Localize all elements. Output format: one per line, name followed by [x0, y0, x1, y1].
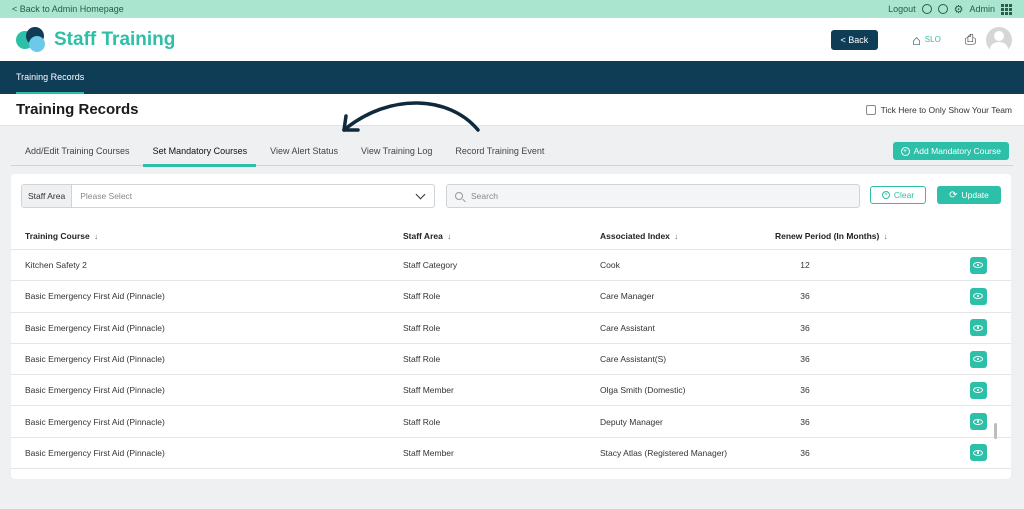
header-actions: < Back ⌂ SLO ⎙ [830, 26, 1012, 53]
apps-grid-icon[interactable] [1001, 3, 1012, 15]
table-row[interactable]: Basic Emergency First Aid (Pinnacle) Sta… [11, 406, 1011, 438]
search-input[interactable]: Search [446, 184, 860, 208]
eye-icon [973, 324, 983, 331]
staff-area-label: Staff Area [22, 185, 73, 207]
back-button[interactable]: < Back [830, 29, 879, 50]
col-training-course[interactable]: Training Course ↓ [11, 231, 403, 241]
tab-view-alert-status[interactable]: View Alert Status [256, 136, 347, 166]
title-bar: Training Records Tick Here to Only Show … [0, 94, 1024, 126]
table-row[interactable]: Kitchen Safety 2 Staff Category Cook 12 [11, 250, 1011, 282]
logout-icon[interactable] [921, 4, 932, 14]
nav-item-training-records[interactable]: Training Records [16, 61, 85, 94]
chevron-down-icon[interactable] [415, 189, 426, 200]
admin-label[interactable]: Admin [969, 4, 995, 14]
tab-add-edit-courses[interactable]: Add/Edit Training Courses [11, 136, 139, 166]
eye-icon [973, 449, 983, 456]
eye-icon [973, 262, 983, 269]
col-renew-period[interactable]: Renew Period (In Months) ↓ [775, 231, 945, 241]
table-row[interactable]: Basic Emergency First Aid (Pinnacle) Sta… [11, 375, 1011, 407]
home-icon[interactable]: ⌂ [912, 32, 920, 48]
location-label[interactable]: SLO [925, 35, 941, 44]
add-mandatory-course-label: Add Mandatory Course [913, 146, 1001, 156]
brand-logo-icon [16, 26, 48, 53]
eye-icon [973, 356, 983, 363]
clear-button[interactable]: × Clear [870, 186, 926, 204]
eye-icon [973, 293, 983, 300]
only-team-label: Tick Here to Only Show Your Team [880, 104, 1012, 115]
search-placeholder: Search [471, 191, 498, 201]
col-associated-index[interactable]: Associated Index ↓ [600, 231, 775, 241]
page-title: Training Records [16, 101, 139, 118]
tab-view-training-log[interactable]: View Training Log [347, 136, 441, 166]
app-header: Staff Training < Back ⌂ SLO ⎙ [0, 18, 1024, 61]
col-staff-area[interactable]: Staff Area ↓ [403, 231, 600, 241]
annotation-arrow-icon [342, 101, 480, 132]
search-icon[interactable] [937, 4, 948, 14]
mandatory-courses-table: Training Course ↓ Staff Area ↓ Associate… [11, 222, 1011, 470]
view-button[interactable] [969, 381, 987, 399]
brand[interactable]: Staff Training [16, 26, 176, 53]
table-row[interactable]: Basic Emergency First Aid (Pinnacle) Sta… [11, 344, 1011, 376]
mandatory-courses-card: Staff Area Please Select Search × Clear … [11, 174, 1011, 479]
filters-row: Staff Area Please Select Search × Clear … [21, 184, 1001, 208]
table-row[interactable]: Basic Emergency First Aid (Pinnacle) Sta… [11, 438, 1011, 470]
eye-icon [973, 387, 983, 394]
sort-down-icon[interactable]: ↓ [881, 232, 888, 241]
update-button[interactable]: ⟳ Update [937, 186, 1001, 204]
printer-icon[interactable]: ⎙ [965, 31, 976, 48]
sort-down-icon[interactable]: ↓ [92, 232, 98, 241]
tabs-bar: Add/Edit Training Courses Set Mandatory … [11, 136, 1013, 167]
table-row[interactable]: Basic Emergency First Aid (Pinnacle) Sta… [11, 313, 1011, 344]
brand-title: Staff Training [54, 28, 176, 50]
staff-area-select[interactable]: Staff Area Please Select [21, 184, 435, 208]
sort-down-icon[interactable]: ↓ [672, 232, 678, 241]
view-button[interactable] [969, 319, 987, 337]
back-to-admin-link[interactable]: < Back to Admin Homepage [12, 4, 124, 14]
view-button[interactable] [969, 350, 987, 368]
avatar[interactable] [986, 26, 1012, 53]
view-button[interactable] [969, 256, 987, 274]
sort-down-icon[interactable]: ↓ [445, 232, 451, 241]
gear-icon[interactable]: ⚙ [954, 3, 964, 16]
plus-circle-icon: + [900, 146, 910, 156]
view-button[interactable] [969, 444, 987, 462]
close-circle-icon: × [881, 191, 890, 199]
table-scrollbar[interactable] [994, 423, 997, 439]
table-row[interactable]: Basic Emergency First Aid (Pinnacle) Sta… [11, 281, 1011, 313]
refresh-icon: ⟳ [949, 189, 958, 201]
update-label: Update [961, 190, 989, 200]
clear-label: Clear [893, 190, 915, 200]
tab-record-training-event[interactable]: Record Training Event [441, 136, 553, 166]
search-icon [455, 192, 463, 200]
logout-link[interactable]: Logout [888, 4, 916, 14]
view-button[interactable] [969, 287, 987, 305]
eye-icon [973, 418, 983, 425]
top-strip-actions: Logout ⚙ Admin [888, 3, 1012, 16]
top-strip: < Back to Admin Homepage Logout ⚙ Admin [0, 0, 1024, 18]
only-team-toggle[interactable]: Tick Here to Only Show Your Team [865, 104, 1012, 115]
only-team-checkbox[interactable] [865, 104, 876, 115]
tab-set-mandatory-courses[interactable]: Set Mandatory Courses [139, 136, 257, 167]
staff-area-value[interactable]: Please Select [72, 191, 417, 201]
main-nav: Training Records [0, 61, 1024, 94]
table-header: Training Course ↓ Staff Area ↓ Associate… [11, 222, 1011, 250]
view-button[interactable] [969, 413, 987, 431]
add-mandatory-course-button[interactable]: + Add Mandatory Course [892, 142, 1009, 160]
